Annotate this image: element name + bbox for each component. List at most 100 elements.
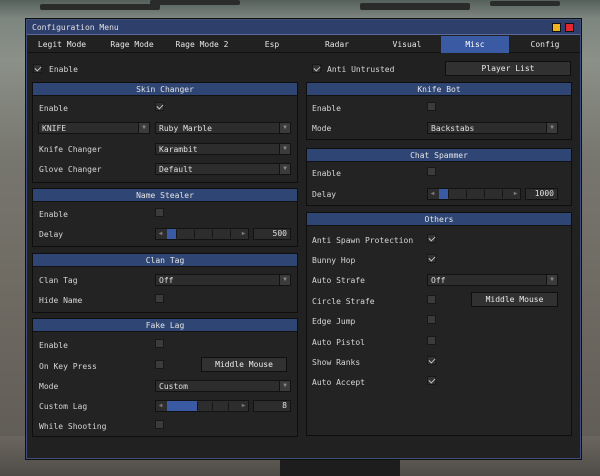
slider-tick — [176, 230, 177, 238]
fake-lag-mode-label: Mode — [39, 382, 59, 391]
auto-strafe-value: Off — [431, 276, 446, 285]
chevron-right-icon: ▶ — [241, 230, 246, 237]
chevron-down-icon: ▼ — [279, 144, 290, 154]
skin-changer-panel: Skin Changer Enable KNIFE ▼ Ruby Marble … — [32, 82, 298, 183]
chat-spammer-delay-slider[interactable]: ◀ ▶ — [427, 188, 521, 200]
slider-tick — [212, 402, 213, 410]
slider-tick — [466, 190, 467, 198]
skin-dropdown[interactable]: Ruby Marble ▼ — [155, 122, 291, 134]
clan-tag-dropdown[interactable]: Off ▼ — [155, 274, 291, 286]
slider-tick — [484, 190, 485, 198]
name-stealer-enable-label: Enable — [39, 210, 68, 219]
chevron-down-icon: ▼ — [279, 275, 290, 285]
tab-rage-mode[interactable]: Rage Mode — [97, 36, 167, 53]
auto-strafe-dropdown[interactable]: Off ▼ — [427, 274, 558, 286]
chat-spammer-enable-label: Enable — [312, 169, 341, 178]
auto-strafe-label: Auto Strafe — [312, 276, 365, 285]
anti-untrusted-label: Anti Untrusted — [327, 65, 395, 74]
bunny-hop-label: Bunny Hop — [312, 256, 356, 265]
chevron-left-icon: ◀ — [158, 402, 163, 409]
enable-checkbox[interactable] — [33, 64, 42, 73]
title-bar[interactable]: Configuration Menu — [27, 20, 580, 35]
circle-strafe-checkbox[interactable] — [427, 295, 436, 304]
custom-lag-slider[interactable]: ◀ ▶ — [155, 400, 249, 412]
player-list-button[interactable]: Player List — [445, 61, 571, 76]
tab-legit-mode[interactable]: Legit Mode — [27, 36, 97, 53]
tab-rage-mode-2[interactable]: Rage Mode 2 — [167, 36, 237, 53]
chevron-right-icon: ▶ — [513, 190, 518, 197]
knife-changer-value: Karambit — [159, 145, 198, 154]
auto-accept-checkbox[interactable] — [427, 376, 436, 385]
fake-lag-header: Fake Lag — [33, 319, 297, 332]
edge-jump-checkbox[interactable] — [427, 315, 436, 324]
tab-config[interactable]: Config — [509, 36, 581, 53]
knife-bot-panel: Knife Bot Enable Mode Backstabs ▼ — [306, 82, 572, 140]
bunny-hop-checkbox[interactable] — [427, 254, 436, 263]
name-stealer-panel: Name Stealer Enable Delay ◀ ▶ 500 — [32, 188, 298, 247]
minimize-button[interactable] — [552, 23, 561, 32]
slider-tick — [448, 190, 449, 198]
weapon-dropdown[interactable]: KNIFE ▼ — [38, 122, 150, 134]
tab-misc[interactable]: Misc — [441, 36, 509, 53]
fake-lag-mode-dropdown[interactable]: Custom ▼ — [155, 380, 291, 392]
others-header: Others — [307, 213, 571, 226]
chevron-down-icon: ▼ — [279, 381, 290, 391]
slider-tick — [502, 190, 503, 198]
fake-lag-enable-label: Enable — [39, 341, 68, 350]
glove-changer-dropdown[interactable]: Default ▼ — [155, 163, 291, 175]
anti-spawn-label: Anti Spawn Protection — [312, 236, 414, 245]
tab-radar[interactable]: Radar — [302, 36, 372, 53]
fake-lag-key-button[interactable]: Middle Mouse — [201, 357, 287, 372]
anti-spawn-checkbox[interactable] — [427, 234, 436, 243]
knife-bot-mode-value: Backstabs — [431, 124, 475, 133]
auto-accept-label: Auto Accept — [312, 378, 365, 387]
hide-name-checkbox[interactable] — [155, 294, 164, 303]
slider-tick — [212, 230, 213, 238]
close-button[interactable] — [565, 23, 574, 32]
knife-changer-dropdown[interactable]: Karambit ▼ — [155, 143, 291, 155]
auto-pistol-checkbox[interactable] — [427, 336, 436, 345]
clan-tag-label: Clan Tag — [39, 276, 78, 285]
fake-lag-enable-checkbox[interactable] — [155, 339, 164, 348]
skin-enable-checkbox[interactable] — [155, 102, 164, 111]
knife-bot-header: Knife Bot — [307, 83, 571, 96]
name-stealer-delay-label: Delay — [39, 230, 64, 239]
slider-fill — [167, 229, 176, 239]
knife-bot-enable-checkbox[interactable] — [427, 102, 436, 111]
tab-visual[interactable]: Visual — [372, 36, 442, 53]
others-panel: Others Anti Spawn Protection Bunny Hop A… — [306, 212, 572, 436]
chat-spammer-delay-value[interactable]: 1000 — [525, 188, 558, 200]
edge-jump-label: Edge Jump — [312, 317, 356, 326]
chat-spammer-enable-checkbox[interactable] — [427, 167, 436, 176]
chevron-down-icon: ▼ — [546, 123, 557, 133]
circle-strafe-key-button[interactable]: Middle Mouse — [471, 292, 558, 307]
clan-tag-value: Off — [159, 276, 174, 285]
anti-untrusted-checkbox[interactable] — [312, 64, 321, 73]
name-stealer-delay-value[interactable]: 500 — [253, 228, 291, 240]
enable-label: Enable — [49, 65, 78, 74]
chat-spammer-panel: Chat Spammer Enable Delay ◀ ▶ 1000 — [306, 148, 572, 206]
knife-bot-mode-dropdown[interactable]: Backstabs ▼ — [427, 122, 558, 134]
chevron-down-icon: ▼ — [546, 275, 557, 285]
on-key-press-checkbox[interactable] — [155, 360, 164, 369]
fake-lag-panel: Fake Lag Enable On Key Press Middle Mous… — [32, 318, 298, 437]
weapon-value: KNIFE — [42, 124, 67, 133]
tab-esp[interactable]: Esp — [237, 36, 307, 53]
slider-fill — [439, 189, 448, 199]
name-stealer-enable-checkbox[interactable] — [155, 208, 164, 217]
background-weapon — [40, 4, 160, 10]
name-stealer-delay-slider[interactable]: ◀ ▶ — [155, 228, 249, 240]
auto-pistol-label: Auto Pistol — [312, 338, 365, 347]
slider-tick — [194, 230, 195, 238]
slider-tick — [230, 230, 231, 238]
knife-bot-enable-label: Enable — [312, 104, 341, 113]
fake-lag-mode-value: Custom — [159, 382, 188, 391]
knife-changer-label: Knife Changer — [39, 145, 102, 154]
chevron-down-icon: ▼ — [138, 123, 149, 133]
chat-spammer-header: Chat Spammer — [307, 149, 571, 162]
show-ranks-checkbox[interactable] — [427, 356, 436, 365]
clan-tag-header: Clan Tag — [33, 254, 297, 267]
custom-lag-value[interactable]: 8 — [253, 400, 291, 412]
name-stealer-header: Name Stealer — [33, 189, 297, 202]
while-shooting-checkbox[interactable] — [155, 420, 164, 429]
